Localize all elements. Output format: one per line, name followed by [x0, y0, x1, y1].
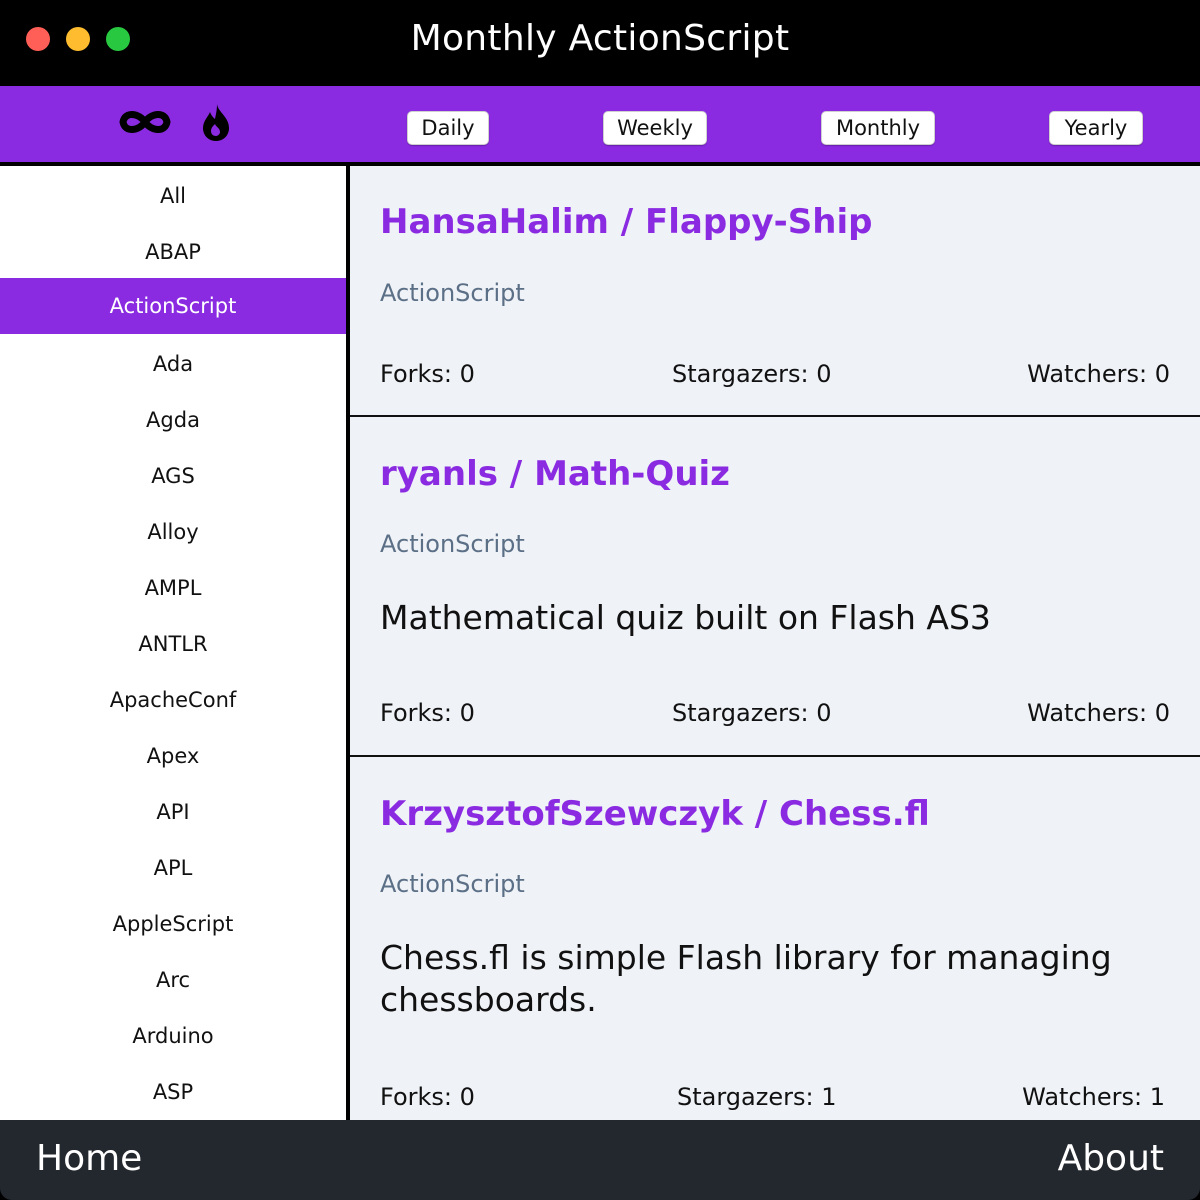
sidebar-item-ada[interactable]: Ada — [0, 336, 346, 392]
repo-title-link[interactable]: ryanls / Math-Quiz — [380, 454, 730, 494]
repo-language: ActionScript — [380, 870, 525, 898]
repo-description: Mathematical quiz built on Flash AS3 — [380, 598, 991, 637]
repo-title-link[interactable]: KrzysztofSzewczyk / Chess.fl — [380, 794, 930, 834]
sidebar-item-agda[interactable]: Agda — [0, 392, 346, 448]
weekly-button[interactable]: Weekly — [603, 111, 707, 145]
repo-title-link[interactable]: HansaHalim / Flappy-Ship — [380, 202, 872, 242]
app-window: Monthly ActionScript Daily Weekly Monthl… — [0, 0, 1200, 1200]
repo-card: KrzysztofSzewczyk / Chess.fl ActionScrip… — [350, 757, 1200, 1120]
sidebar-item-arduino[interactable]: Arduino — [0, 1008, 346, 1064]
forks-count: Forks: 0 — [380, 699, 475, 727]
daily-button[interactable]: Daily — [407, 111, 489, 145]
sidebar-item-all[interactable]: All — [0, 168, 346, 224]
about-link[interactable]: About — [1058, 1138, 1164, 1179]
sidebar-item-asp[interactable]: ASP — [0, 1064, 346, 1120]
flame-icon[interactable] — [196, 100, 236, 144]
sidebar-item-actionscript[interactable]: ActionScript — [0, 278, 346, 334]
toolbar: Daily Weekly Monthly Yearly — [0, 86, 1200, 162]
stargazers-count: Stargazers: 1 — [677, 1083, 837, 1111]
repo-language: ActionScript — [380, 279, 525, 307]
sidebar-item-arc[interactable]: Arc — [0, 952, 346, 1008]
bottom-nav: Home About — [0, 1120, 1200, 1200]
title-bar: Monthly ActionScript — [0, 0, 1200, 86]
sidebar-item-applescript[interactable]: AppleScript — [0, 896, 346, 952]
sidebar-item-alloy[interactable]: Alloy — [0, 504, 346, 560]
home-link[interactable]: Home — [36, 1138, 142, 1179]
forks-count: Forks: 0 — [380, 1083, 475, 1111]
sidebar-item-api[interactable]: API — [0, 784, 346, 840]
sidebar-item-apl[interactable]: APL — [0, 840, 346, 896]
repo-language: ActionScript — [380, 530, 525, 558]
repo-card: ryanls / Math-Quiz ActionScript Mathemat… — [350, 417, 1200, 755]
sidebar-item-apex[interactable]: Apex — [0, 728, 346, 784]
stargazers-count: Stargazers: 0 — [672, 699, 832, 727]
window-title: Monthly ActionScript — [410, 18, 790, 59]
watchers-count: Watchers: 1 — [1022, 1083, 1165, 1111]
infinity-icon[interactable] — [118, 100, 172, 144]
repo-description: Chess.fl is simple Flash library for man… — [380, 938, 1112, 1019]
monthly-button[interactable]: Monthly — [821, 111, 935, 145]
watchers-count: Watchers: 0 — [1027, 699, 1170, 727]
sidebar-item-ampl[interactable]: AMPL — [0, 560, 346, 616]
sidebar-item-antlr[interactable]: ANTLR — [0, 616, 346, 672]
yearly-button[interactable]: Yearly — [1049, 111, 1143, 145]
sidebar-item-apacheconf[interactable]: ApacheConf — [0, 672, 346, 728]
forks-count: Forks: 0 — [380, 360, 475, 388]
language-sidebar: All ABAP ActionScript Ada Agda AGS Alloy… — [0, 166, 346, 1120]
sidebar-item-ags[interactable]: AGS — [0, 448, 346, 504]
watchers-count: Watchers: 0 — [1027, 360, 1170, 388]
repo-list: HansaHalim / Flappy-Ship ActionScript Fo… — [350, 166, 1200, 1120]
stargazers-count: Stargazers: 0 — [672, 360, 832, 388]
repo-card: HansaHalim / Flappy-Ship ActionScript Fo… — [350, 166, 1200, 416]
sidebar-item-abap[interactable]: ABAP — [0, 224, 346, 280]
